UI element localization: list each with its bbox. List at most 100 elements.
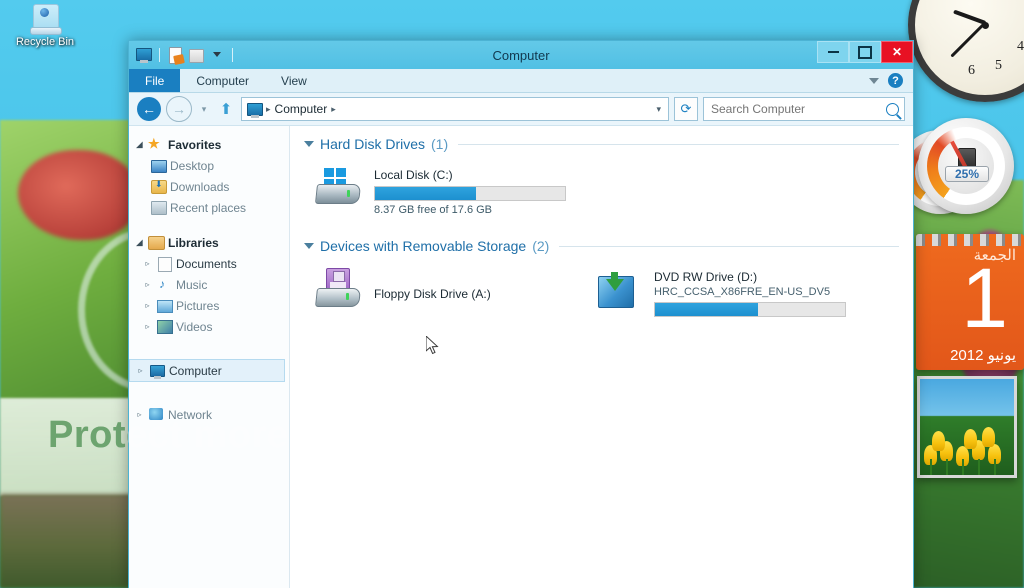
calendar-day-number: 1 — [961, 251, 1008, 345]
window-controls: ✕ — [817, 41, 913, 69]
group-title: Hard Disk Drives — [320, 136, 426, 152]
address-toolbar: ← → ▾ ⬆ ▸ Computer ▸ ▾ ⟳ — [129, 93, 913, 126]
help-icon[interactable]: ? — [888, 73, 903, 88]
hard-disk-icon — [314, 166, 366, 210]
search-icon[interactable] — [886, 102, 899, 116]
sidebar-label: Pictures — [176, 298, 220, 313]
search-box[interactable] — [703, 97, 905, 121]
clock-number-6: 6 — [968, 63, 975, 78]
group-header-hard-disk-drives[interactable]: Hard Disk Drives (1) — [304, 136, 899, 152]
sidebar-item-music[interactable]: ▹ ♪ Music — [129, 274, 289, 295]
group-expander-icon[interactable] — [304, 141, 314, 147]
sidebar-item-desktop[interactable]: Desktop — [129, 155, 289, 176]
window-body: ◢ ★ Favorites Desktop Downloads Recent p… — [129, 126, 913, 588]
calendar-rings — [916, 234, 1024, 246]
minimize-button[interactable] — [817, 41, 849, 63]
ribbon-right-controls: ? — [869, 69, 913, 92]
network-icon — [148, 407, 164, 422]
refresh-button[interactable]: ⟳ — [674, 97, 698, 121]
sidebar-item-videos[interactable]: ▹ Videos — [129, 316, 289, 337]
sidebar-label: Music — [176, 277, 208, 292]
floppy-disk-icon — [314, 268, 366, 312]
downloads-icon — [150, 179, 167, 194]
expander-icon[interactable]: ▹ — [143, 301, 152, 310]
window-titlebar[interactable]: Computer ✕ — [129, 41, 913, 69]
drive-name: DVD RW Drive (D:) — [654, 270, 758, 284]
videos-icon — [156, 319, 173, 334]
sidebar-group-libraries[interactable]: ◢ Libraries — [129, 232, 289, 253]
breadcrumb-separator-1: ▸ — [266, 103, 271, 114]
desktop-icon — [150, 158, 167, 173]
expander-icon[interactable]: ▹ — [135, 410, 144, 419]
drive-list-hard-disks: Local Disk (C:) 8.37 GB free of 17.6 GB — [304, 162, 899, 228]
sidebar-item-downloads[interactable]: Downloads — [129, 176, 289, 197]
drive-name: Floppy Disk Drive (A:) — [374, 287, 491, 301]
drive-capacity-fill — [375, 187, 476, 200]
sidebar-item-computer[interactable]: ▹ Computer — [129, 359, 285, 382]
tab-file[interactable]: File — [129, 69, 181, 92]
cpu-meter-gadget[interactable]: 25% — [918, 118, 1014, 214]
group-count: (2) — [532, 238, 550, 254]
group-header-removable-storage[interactable]: Devices with Removable Storage (2) — [304, 238, 899, 254]
content-pane: Hard Disk Drives (1) Local Disk (C:) 8.3… — [290, 126, 913, 588]
expander-icon[interactable]: ◢ — [135, 238, 144, 247]
clock-number-5: 5 — [995, 58, 1002, 73]
new-folder-icon[interactable] — [187, 46, 205, 64]
close-button[interactable]: ✕ — [881, 41, 913, 63]
documents-icon — [156, 256, 172, 272]
properties-icon[interactable] — [166, 46, 184, 64]
pictures-icon — [156, 298, 173, 313]
search-input[interactable] — [709, 101, 886, 117]
recent-locations-button[interactable]: ▾ — [197, 97, 211, 121]
drive-details: Local Disk (C:) 8.37 GB free of 17.6 GB — [374, 166, 584, 216]
sidebar-item-pictures[interactable]: ▹ Pictures — [129, 295, 289, 316]
drive-capacity-bar — [374, 186, 566, 201]
quick-access-toolbar — [129, 46, 236, 64]
breadcrumb-separator-2[interactable]: ▸ — [331, 104, 336, 115]
sidebar-label: Videos — [176, 319, 213, 334]
back-button[interactable]: ← — [137, 97, 161, 121]
clock-center-pin — [981, 21, 989, 29]
music-icon: ♪ — [159, 277, 165, 291]
tab-computer[interactable]: Computer — [180, 69, 265, 92]
sidebar-label: Network — [168, 407, 213, 422]
up-button[interactable]: ⬆ — [216, 97, 236, 121]
sidebar-label: Computer — [169, 363, 222, 378]
drive-item[interactable]: Floppy Disk Drive (A:) — [304, 264, 584, 332]
expander-icon[interactable]: ▹ — [143, 280, 152, 289]
sidebar-label: Desktop — [170, 158, 215, 173]
expander-icon[interactable]: ▹ — [143, 322, 152, 331]
sidebar-group-favorites[interactable]: ◢ ★ Favorites — [129, 134, 289, 155]
slideshow-gadget[interactable] — [917, 376, 1017, 478]
expander-icon[interactable]: ▹ — [136, 366, 145, 375]
breadcrumb-item-computer[interactable]: Computer — [275, 102, 328, 116]
mouse-cursor — [426, 336, 439, 355]
star-icon: ★ — [148, 136, 160, 151]
chevron-down-icon[interactable] — [869, 77, 879, 84]
drive-item[interactable]: DVD RW Drive (D:) HRC_CCSA_X86FRE_EN-US_… — [584, 264, 854, 332]
libraries-icon — [148, 235, 165, 250]
drive-name: Local Disk (C:) — [374, 168, 453, 182]
drive-details: Floppy Disk Drive (A:) — [374, 268, 584, 320]
group-expander-icon[interactable] — [304, 243, 314, 249]
address-dropdown-icon[interactable]: ▾ — [656, 104, 664, 115]
cpu-percent-label: 25% — [945, 166, 989, 182]
forward-button[interactable]: → — [166, 96, 192, 122]
calendar-gadget[interactable]: الجمعة 1 يونيو 2012 — [916, 234, 1024, 370]
drive-item[interactable]: Local Disk (C:) 8.37 GB free of 17.6 GB — [304, 162, 584, 228]
expander-icon[interactable]: ◢ — [135, 140, 144, 149]
address-bar[interactable]: ▸ Computer ▸ ▾ — [241, 97, 669, 121]
desktop-icon-recycle-bin[interactable]: Recycle Bin — [8, 2, 82, 48]
sidebar-item-documents[interactable]: ▹ Documents — [129, 253, 289, 274]
navigation-pane: ◢ ★ Favorites Desktop Downloads Recent p… — [129, 126, 290, 588]
sidebar-item-recent-places[interactable]: Recent places — [129, 197, 289, 218]
tab-view[interactable]: View — [265, 69, 323, 92]
computer-icon[interactable] — [135, 46, 153, 64]
maximize-button[interactable] — [849, 41, 881, 63]
group-count: (1) — [431, 136, 449, 152]
recycle-bin-icon — [28, 2, 62, 35]
sidebar-label: Libraries — [168, 235, 219, 250]
customize-chevron-icon[interactable] — [208, 46, 226, 64]
sidebar-item-network[interactable]: ▹ Network — [129, 404, 289, 425]
expander-icon[interactable]: ▹ — [143, 259, 152, 268]
